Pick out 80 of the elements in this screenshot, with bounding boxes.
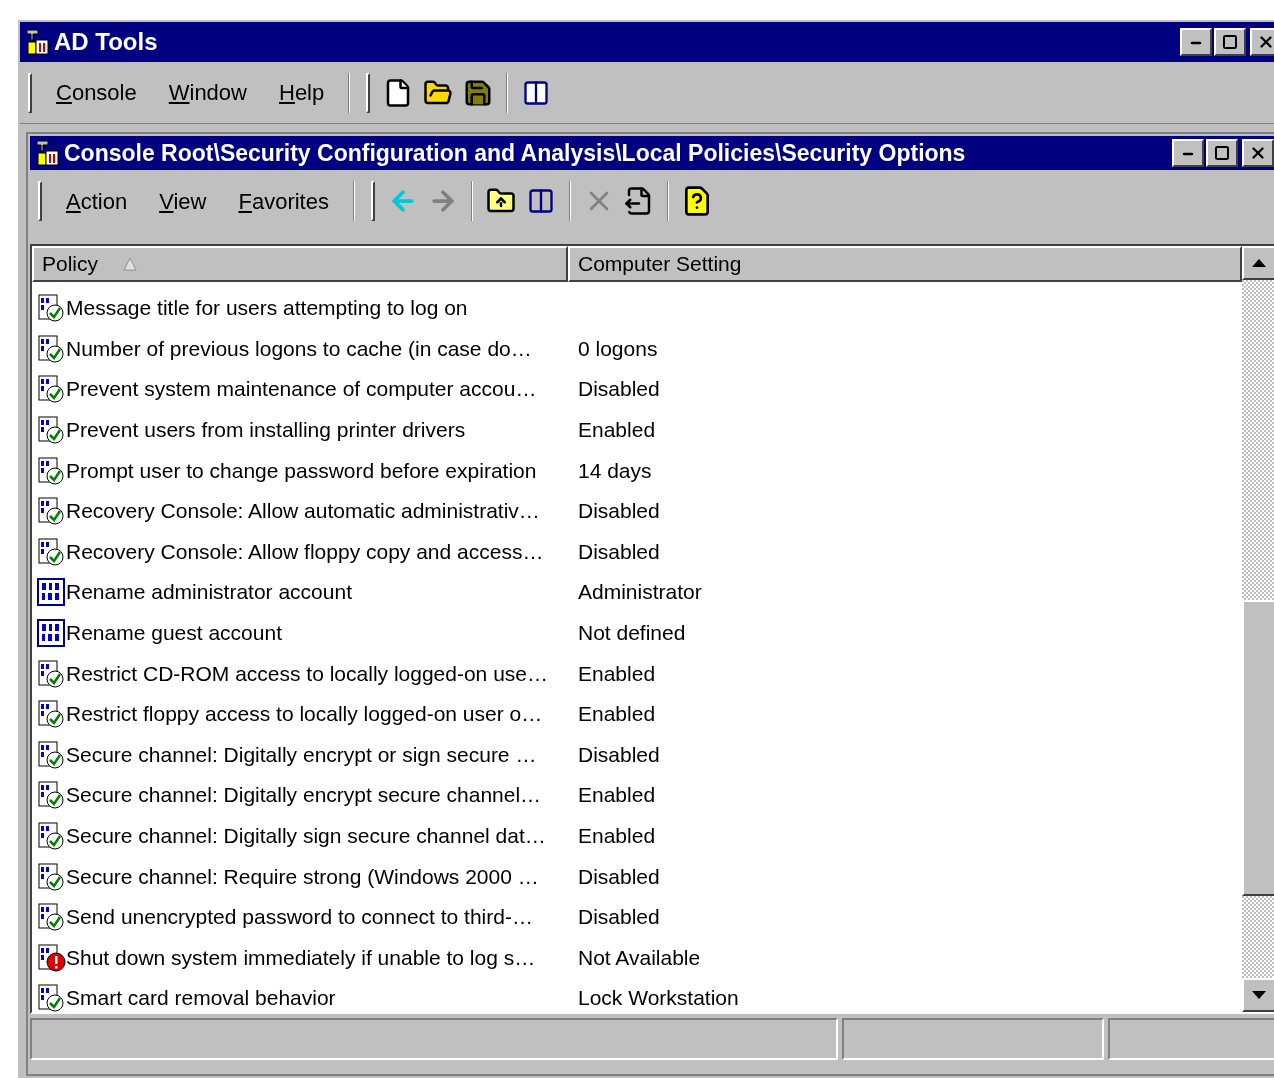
policy-name: Shut down system immediately if unable to log s… bbox=[66, 944, 536, 971]
computer-setting: Enabled bbox=[577, 701, 656, 728]
policy-check-icon bbox=[36, 334, 66, 363]
policy-check-icon bbox=[36, 862, 66, 891]
binary-document-icon bbox=[36, 619, 66, 648]
maximize-icon bbox=[1214, 145, 1230, 161]
computer-setting: Not Available bbox=[577, 944, 701, 971]
policy-check-icon bbox=[36, 537, 66, 566]
scroll-up-button[interactable] bbox=[1242, 246, 1274, 280]
scrollbar-thumb[interactable] bbox=[1242, 600, 1274, 896]
computer-setting: Enabled bbox=[577, 417, 656, 444]
policy-name: Prevent system maintenance of computer accou… bbox=[66, 376, 537, 403]
policy-name: Recovery Console: Allow automatic administrativ… bbox=[66, 498, 540, 525]
menu-item[interactable]: Console bbox=[40, 76, 153, 109]
policy-check-icon bbox=[36, 659, 66, 688]
policy-check-icon bbox=[36, 294, 66, 323]
policy-name: Prompt user to change password before expiration bbox=[66, 457, 537, 484]
close-icon bbox=[1249, 144, 1267, 162]
computer-setting: Disabled bbox=[577, 376, 660, 403]
policy-check-icon bbox=[36, 497, 66, 526]
policy-name: Prevent users from installing printer drivers bbox=[66, 417, 466, 444]
computer-setting: Disabled bbox=[577, 904, 660, 931]
policy-name: Restrict CD-ROM access to locally logged-on use… bbox=[66, 660, 548, 687]
toolbox-icon bbox=[34, 139, 60, 167]
computer-setting: Lock Workstation bbox=[577, 985, 739, 1012]
policy-check-icon bbox=[36, 416, 66, 445]
policy-error-icon bbox=[36, 943, 66, 972]
computer-setting: Disabled bbox=[577, 498, 660, 525]
policy-name: Secure channel: Digitally sign secure channel dat… bbox=[66, 823, 546, 849]
policy-name: Rename guest account bbox=[66, 620, 282, 647]
computer-setting: Administrator bbox=[577, 579, 702, 606]
policy-check-icon bbox=[36, 903, 66, 932]
policy-check-icon bbox=[36, 740, 66, 769]
down-triangle-icon bbox=[1252, 991, 1266, 999]
computer-setting: 0 logons bbox=[577, 335, 658, 362]
minimize-button[interactable] bbox=[1172, 139, 1204, 167]
computer-setting: Disabled bbox=[577, 741, 660, 768]
child-window-title: Console Root\Security Configuration and Analysis\Local Policies\Security Options bbox=[64, 138, 967, 168]
column-header[interactable]: Policy bbox=[32, 246, 568, 282]
policy-check-icon bbox=[36, 375, 66, 404]
scroll-down-button[interactable] bbox=[1242, 978, 1274, 1012]
policy-check-icon bbox=[36, 822, 66, 850]
computer-setting: Enabled bbox=[577, 782, 656, 809]
policy-name: Secure channel: Digitally encrypt or sign secure … bbox=[66, 741, 537, 768]
minimize-button[interactable] bbox=[1180, 28, 1212, 56]
policy-name: Recovery Console: Allow floppy copy and access… bbox=[66, 538, 544, 565]
menu-item[interactable]: Window bbox=[152, 76, 263, 109]
computer-setting: Disabled bbox=[577, 538, 660, 565]
computer-setting: Enabled bbox=[577, 823, 656, 849]
menu-item[interactable]: Help bbox=[263, 76, 341, 109]
computer-setting: Disabled bbox=[577, 863, 660, 890]
maximize-button[interactable] bbox=[1206, 139, 1238, 167]
menu-item[interactable]: Favorites bbox=[222, 184, 345, 218]
computer-setting: Not defined bbox=[577, 620, 686, 647]
close-button[interactable] bbox=[1242, 139, 1274, 167]
computer-setting: 14 days bbox=[577, 457, 652, 484]
close-icon bbox=[1257, 33, 1274, 51]
policy-check-icon bbox=[36, 781, 66, 810]
maximize-icon bbox=[1222, 34, 1238, 50]
policy-name: Rename administrator account bbox=[66, 579, 352, 606]
vertical-scrollbar[interactable] bbox=[1242, 246, 1274, 1012]
policy-name: Send unencrypted password to connect to third-… bbox=[66, 904, 533, 931]
policy-name: Secure channel: Require strong (Windows 2000 … bbox=[66, 863, 539, 890]
column-header[interactable]: Computer Setting bbox=[568, 246, 1242, 282]
maximize-button[interactable] bbox=[1214, 28, 1246, 56]
policy-check-icon bbox=[36, 700, 66, 729]
policy-name: Restrict floppy access to locally logged-on user o… bbox=[66, 701, 543, 728]
policy-name: Message title for users attempting to log on bbox=[66, 295, 468, 322]
policy-check-icon bbox=[36, 456, 66, 485]
close-button[interactable] bbox=[1250, 28, 1274, 56]
window-title: AD Tools bbox=[54, 27, 159, 57]
menu-item[interactable]: Action bbox=[50, 184, 144, 218]
computer-setting: Enabled bbox=[577, 660, 656, 687]
toolbox-icon bbox=[24, 28, 50, 56]
menu-item[interactable]: View bbox=[143, 184, 223, 218]
up-triangle-icon bbox=[1252, 259, 1266, 267]
policy-name: Secure channel: Digitally encrypt secure channel… bbox=[66, 782, 542, 809]
policy-name: Number of previous logons to cache (in case do… bbox=[66, 335, 532, 362]
policy-name: Smart card removal behavior bbox=[66, 985, 336, 1012]
binary-document-icon bbox=[36, 578, 66, 607]
